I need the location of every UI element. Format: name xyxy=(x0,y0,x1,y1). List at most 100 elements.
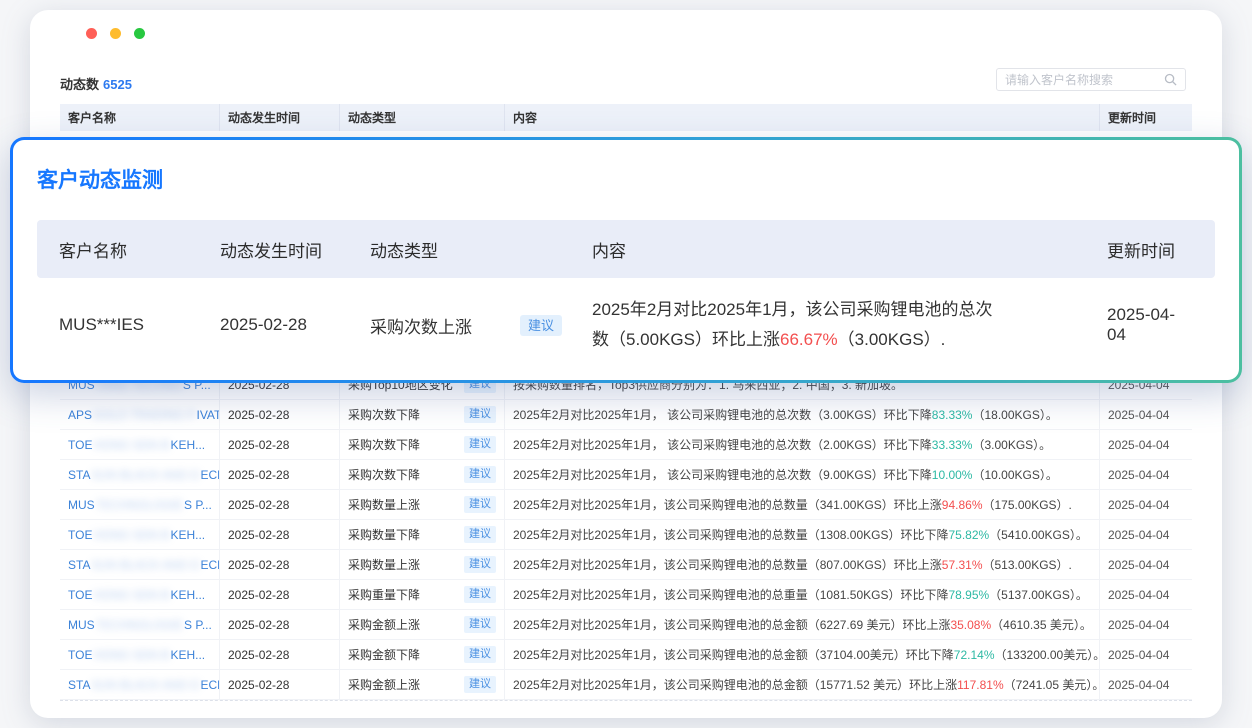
update-time-cell: 2025-04-04 xyxy=(1100,430,1192,459)
customer-search xyxy=(996,68,1186,91)
table-rows: MUSTANG TECHNOS P... 2025-02-28 采购Top10地… xyxy=(60,370,1192,700)
customer-name-link[interactable]: TOEHONG SDN BKEH... xyxy=(60,520,220,549)
customer-name-link[interactable]: TOEHONG SDN BKEH... xyxy=(60,430,220,459)
event-type-cell: 采购重量下降建议 xyxy=(340,580,505,609)
search-input[interactable] xyxy=(1005,73,1164,87)
overlay-event-type: 采购次数上涨 xyxy=(370,313,472,338)
minimize-button[interactable] xyxy=(110,28,121,39)
table-row: TOEHONG SDN BKEH... 2025-02-28 采购重量下降建议 … xyxy=(60,580,1192,610)
overlay-event-type-cell: 采购次数上涨 建议 xyxy=(370,313,592,338)
blurred-name-segment: HONG SDN B xyxy=(93,528,169,542)
dynamics-count: 动态数 6525 xyxy=(60,74,132,93)
overlay-suggestion-badge: 建议 xyxy=(520,315,562,336)
content-cell: 2025年2月对比2025年1月，该公司采购锂电池的总重量（1081.50KGS… xyxy=(505,580,1100,609)
content-cell: 2025年2月对比2025年1月，该公司采购锂电池的总金额（37104.00美元… xyxy=(505,640,1100,669)
content-cell: 2025年2月对比2025年1月， 该公司采购锂电池的总次数（9.00KGS）环… xyxy=(505,460,1100,489)
event-type-cell: 采购次数下降建议 xyxy=(340,430,505,459)
content-cell: 2025年2月对比2025年1月， 该公司采购锂电池的总次数（3.00KGS）环… xyxy=(505,400,1100,429)
overlay-update-time: 2025-04-04 xyxy=(1107,305,1193,345)
suggestion-badge: 建议 xyxy=(464,586,496,603)
event-date-cell: 2025-02-28 xyxy=(220,400,340,429)
event-type-cell: 采购金额下降建议 xyxy=(340,640,505,669)
suggestion-badge: 建议 xyxy=(464,496,496,513)
blurred-name-segment: TECHNOLOGIE xyxy=(96,498,183,512)
table-bottom-border xyxy=(60,700,1192,701)
dynamics-count-value: 6525 xyxy=(103,77,132,92)
overlay-column-customer-name: 客户名称 xyxy=(59,237,220,262)
column-header-customer-name: 客户名称 xyxy=(60,104,220,131)
content-cell: 2025年2月对比2025年1月，该公司采购锂电池的总数量（1308.00KGS… xyxy=(505,520,1100,549)
update-time-cell: 2025-04-04 xyxy=(1100,610,1192,639)
table-row: STASUN BLACK AND DECK... 2025-02-28 采购数量… xyxy=(60,550,1192,580)
table-row: TOEHONG SDN BKEH... 2025-02-28 采购数量下降建议 … xyxy=(60,520,1192,550)
customer-name-link[interactable]: MUSTECHNOLOGIES P... xyxy=(60,610,220,639)
overlay-column-event-time: 动态发生时间 xyxy=(220,237,370,262)
customer-name-link[interactable]: MUSTECHNOLOGIES P... xyxy=(60,490,220,519)
blurred-name-segment: HONG SDN B xyxy=(93,648,169,662)
overlay-percent-value: 66.67% xyxy=(780,330,838,349)
update-time-cell: 2025-04-04 xyxy=(1100,670,1192,699)
suggestion-badge: 建议 xyxy=(464,616,496,633)
column-header-event-type: 动态类型 xyxy=(340,104,505,131)
event-date-cell: 2025-02-28 xyxy=(220,670,340,699)
customer-dynamics-overlay: 客户动态监测 客户名称 动态发生时间 动态类型 内容 更新时间 MUS***IE… xyxy=(10,137,1242,383)
column-header-content: 内容 xyxy=(505,104,1100,131)
table-row: MUSTECHNOLOGIES P... 2025-02-28 采购数量上涨建议… xyxy=(60,490,1192,520)
update-time-cell: 2025-04-04 xyxy=(1100,520,1192,549)
suggestion-badge: 建议 xyxy=(464,646,496,663)
overlay-event-date: 2025-02-28 xyxy=(220,315,370,335)
update-time-cell: 2025-04-04 xyxy=(1100,550,1192,579)
blurred-name-segment: SUN BLACK AND D xyxy=(91,558,199,572)
zoom-button[interactable] xyxy=(134,28,145,39)
blurred-name-segment: SUN BLACK AND D xyxy=(91,678,199,692)
update-time-cell: 2025-04-04 xyxy=(1100,580,1192,609)
customer-name-link[interactable]: APSGOLD TRADING PIVAT... xyxy=(60,400,220,429)
overlay-column-event-type: 动态类型 xyxy=(370,237,592,262)
event-type-cell: 采购数量下降建议 xyxy=(340,520,505,549)
table-header: 客户名称 动态发生时间 动态类型 内容 更新时间 xyxy=(60,104,1192,131)
event-type-cell: 采购数量上涨建议 xyxy=(340,490,505,519)
content-cell: 2025年2月对比2025年1月，该公司采购锂电池的总金额（6227.69 美元… xyxy=(505,610,1100,639)
suggestion-badge: 建议 xyxy=(464,526,496,543)
search-icon[interactable] xyxy=(1164,73,1177,86)
suggestion-badge: 建议 xyxy=(464,436,496,453)
content-cell: 2025年2月对比2025年1月，该公司采购锂电池的总金额（15771.52 美… xyxy=(505,670,1100,699)
close-button[interactable] xyxy=(86,28,97,39)
event-type-cell: 采购数量上涨建议 xyxy=(340,550,505,579)
dynamics-count-label: 动态数 xyxy=(60,77,99,92)
event-type-cell: 采购次数下降建议 xyxy=(340,460,505,489)
suggestion-badge: 建议 xyxy=(464,406,496,423)
event-date-cell: 2025-02-28 xyxy=(220,460,340,489)
event-type-cell: 采购次数下降建议 xyxy=(340,400,505,429)
blurred-name-segment: SUN BLACK AND D xyxy=(91,468,199,482)
table-row: STASUN BLACK AND DECK... 2025-02-28 采购次数… xyxy=(60,460,1192,490)
event-date-cell: 2025-02-28 xyxy=(220,550,340,579)
suggestion-badge: 建议 xyxy=(464,676,496,693)
event-date-cell: 2025-02-28 xyxy=(220,430,340,459)
customer-name-link[interactable]: TOEHONG SDN BKEH... xyxy=(60,640,220,669)
table-row: STASUN BLACK AND DECK... 2025-02-28 采购金额… xyxy=(60,670,1192,700)
event-type-cell: 采购金额上涨建议 xyxy=(340,670,505,699)
table-row: TOEHONG SDN BKEH... 2025-02-28 采购次数下降建议 … xyxy=(60,430,1192,460)
event-date-cell: 2025-02-28 xyxy=(220,520,340,549)
event-date-cell: 2025-02-28 xyxy=(220,640,340,669)
table-row: TOEHONG SDN BKEH... 2025-02-28 采购金额下降建议 … xyxy=(60,640,1192,670)
update-time-cell: 2025-04-04 xyxy=(1100,640,1192,669)
column-header-update-time: 更新时间 xyxy=(1100,104,1192,131)
overlay-column-update-time: 更新时间 xyxy=(1107,237,1193,262)
overlay-table-header: 客户名称 动态发生时间 动态类型 内容 更新时间 xyxy=(37,220,1215,278)
customer-name-link[interactable]: STASUN BLACK AND DECK... xyxy=(60,550,220,579)
overlay-table-row: MUS***IES 2025-02-28 采购次数上涨 建议 2025年2月对比… xyxy=(37,278,1215,372)
customer-name-link[interactable]: STASUN BLACK AND DECK... xyxy=(60,670,220,699)
content-cell: 2025年2月对比2025年1月，该公司采购锂电池的总数量（807.00KGS）… xyxy=(505,550,1100,579)
update-time-cell: 2025-04-04 xyxy=(1100,460,1192,489)
customer-name-link[interactable]: TOEHONG SDN BKEH... xyxy=(60,580,220,609)
overlay-column-content: 内容 xyxy=(592,237,1107,262)
overlay-title: 客户动态监测 xyxy=(37,166,1215,196)
event-type-cell: 采购金额上涨建议 xyxy=(340,610,505,639)
content-cell: 2025年2月对比2025年1月， 该公司采购锂电池的总次数（2.00KGS）环… xyxy=(505,430,1100,459)
customer-name-link[interactable]: STASUN BLACK AND DECK... xyxy=(60,460,220,489)
blurred-name-segment: TECHNOLOGIE xyxy=(96,618,183,632)
event-date-cell: 2025-02-28 xyxy=(220,610,340,639)
table-row: APSGOLD TRADING PIVAT... 2025-02-28 采购次数… xyxy=(60,400,1192,430)
